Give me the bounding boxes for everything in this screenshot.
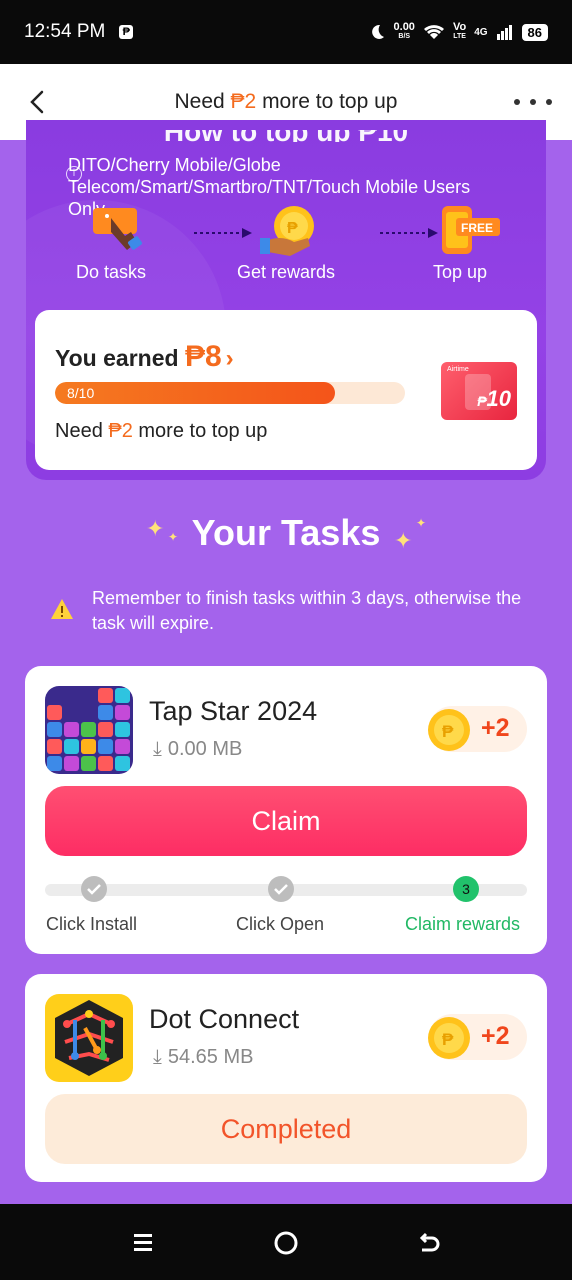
step-arrow-icon <box>380 228 438 238</box>
signal-icon <box>496 25 512 40</box>
how-to-steps: Do tasks ₱ Get rewards FREE Top up <box>26 204 546 294</box>
status-bar: 12:54 PM ₱ 0.00 B/S Vo LTE 4G 86 <box>0 0 572 64</box>
claim-button[interactable]: Claim <box>45 786 527 856</box>
panel-title: How to top up ₱10 <box>163 122 409 142</box>
step-label: Click Install <box>46 914 138 934</box>
more-options-icon[interactable] <box>514 86 552 118</box>
tap-hand-icon <box>93 208 142 250</box>
task-card: Dot Connect ⤓ 54.65 MB ₱ +2 Completed <box>25 974 547 1182</box>
svg-text:₱: ₱ <box>442 722 454 741</box>
step-arrow-icon <box>194 228 252 238</box>
sparkle-icon: ✦ <box>394 528 413 553</box>
network-type: 4G <box>474 26 488 38</box>
volte-indicator: Vo LTE <box>452 21 467 41</box>
page-title: Need ₱2 more to top up <box>174 90 398 113</box>
step-label-active: Claim rewards <box>405 914 521 934</box>
reward-badge: ₱ +2 <box>428 706 527 752</box>
section-title: Your Tasks <box>191 512 381 553</box>
phone-free-icon: FREE <box>442 206 500 254</box>
svg-text:₱: ₱ <box>442 1030 454 1049</box>
svg-text:FREE: FREE <box>461 221 493 235</box>
back-nav-icon[interactable] <box>416 1230 442 1256</box>
task-card: Tap Star 2024 ⤓ 0.00 MB ₱ +2 Claim 3 Clic… <box>25 666 547 954</box>
step-label: Click Open <box>236 914 325 934</box>
coin-icon: ₱ <box>428 709 470 751</box>
moon-icon <box>371 24 384 39</box>
voucher-value: ₱10 <box>477 386 511 411</box>
svg-text:₱: ₱ <box>287 220 298 237</box>
coin-icon: ₱ <box>428 1017 470 1059</box>
progress-fill <box>55 382 335 404</box>
network-speed: 0.00 B/S <box>393 21 415 41</box>
earned-card[interactable]: You earned ₱8 › 8/10 Need ₱2 more to top … <box>35 310 537 470</box>
airtime-voucher: Airtime ₱10 <box>441 362 517 420</box>
download-icon: ⤓ <box>153 1046 162 1068</box>
sparkle-icon: ✦ <box>416 516 427 530</box>
completed-button[interactable]: Completed <box>45 1094 527 1164</box>
dot-connect-app-icon <box>45 994 133 1082</box>
wifi-icon <box>423 25 444 39</box>
step-check-icon <box>268 876 294 902</box>
download-icon: ⤓ <box>153 738 162 760</box>
reward-coin-hand-icon: ₱ <box>260 206 314 256</box>
chevron-right-icon: › <box>225 345 234 372</box>
system-nav-bar <box>0 1204 572 1280</box>
app-notification-icon: ₱ <box>119 25 134 39</box>
earned-amount: ₱8 <box>184 340 222 373</box>
warning-icon <box>51 599 73 619</box>
topup-progress-bar: 8/10 <box>55 382 405 404</box>
home-icon[interactable] <box>273 1230 299 1256</box>
task-name: Tap Star 2024 <box>149 696 318 726</box>
battery-indicator: 86 <box>521 23 548 41</box>
earned-label: You earned ₱8 › <box>55 340 234 373</box>
task-size: ⤓ 54.65 MB <box>153 1046 254 1068</box>
task-size: ⤓ 0.00 MB <box>153 738 243 760</box>
need-more-text: Need ₱2 more to top up <box>55 420 268 442</box>
expiry-reminder: Remember to finish tasks within 3 days, … <box>46 586 546 636</box>
clock: 12:54 PM <box>24 21 106 42</box>
reward-badge: ₱ +2 <box>428 1014 527 1060</box>
tap-star-app-icon <box>45 686 133 774</box>
current-step-marker: 3 <box>453 876 479 902</box>
task-name: Dot Connect <box>149 1004 300 1034</box>
step-check-icon <box>81 876 107 902</box>
progress-text: 8/10 <box>67 385 95 401</box>
recent-apps-icon[interactable] <box>130 1230 156 1256</box>
back-arrow-icon[interactable] <box>22 86 54 118</box>
